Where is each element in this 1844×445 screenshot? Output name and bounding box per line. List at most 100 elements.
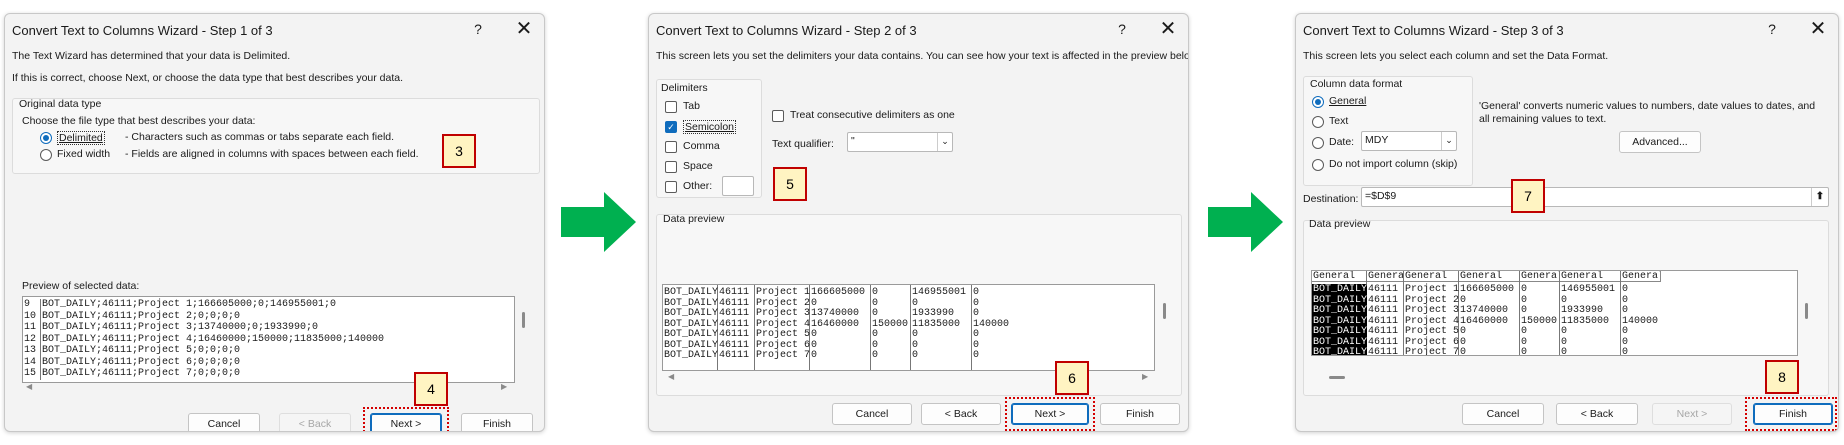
callout-badge-6: 6 xyxy=(1055,361,1089,395)
delimited-label[interactable]: Delimited xyxy=(57,131,105,145)
column-header[interactable]: Genera xyxy=(1367,271,1404,282)
row-text: BOT_DAILY;46111;Project 2;0;0;0;0 xyxy=(42,310,241,322)
back-button[interactable]: < Back xyxy=(1556,403,1638,425)
fixed-width-label[interactable]: Fixed width xyxy=(57,148,110,160)
callout-badge-8: 8 xyxy=(1765,360,1799,394)
close-icon[interactable]: ✕ xyxy=(1806,17,1830,41)
destination-value: =$D$9 xyxy=(1365,190,1397,202)
preview-cell: 0 xyxy=(1561,347,1568,356)
finish-button[interactable]: Finish xyxy=(461,413,533,431)
preview-pane[interactable]: 9 BOT_DAILY;46111;Project 1;166605000;0;1… xyxy=(22,296,515,383)
skip-column-radio[interactable] xyxy=(1312,159,1324,171)
collapse-dialog-icon[interactable]: ⬆ xyxy=(1811,188,1828,206)
column-header[interactable]: General xyxy=(1312,271,1367,282)
help-button[interactable]: ? xyxy=(1112,21,1132,37)
advanced-button[interactable]: Advanced... xyxy=(1619,131,1701,153)
back-button[interactable]: < Back xyxy=(921,403,1001,425)
close-icon[interactable]: ✕ xyxy=(1156,17,1180,41)
next-button[interactable]: Next > xyxy=(1652,403,1732,425)
scroll-left-arrow[interactable]: ◀ xyxy=(26,382,32,391)
preview-cell: 46111 xyxy=(719,350,750,361)
preview-row: 10 BOT_DAILY;46111;Project 2;0;0;0;0 xyxy=(23,310,241,322)
finish-button[interactable]: Finish xyxy=(1100,403,1180,425)
intro-text: This screen lets you select each column … xyxy=(1303,50,1609,62)
selected-column-cell: BOT_DAILY xyxy=(1312,305,1368,316)
horizontal-scrollbar-thumb[interactable] xyxy=(1329,376,1345,379)
date-radio[interactable] xyxy=(1312,137,1324,149)
scroll-right-arrow[interactable]: ▶ xyxy=(501,382,507,391)
general-description: 'General' converts numeric values to num… xyxy=(1479,100,1816,125)
row-number: 9 xyxy=(23,299,41,311)
preview-row: 12 BOT_DAILY;46111;Project 4;16460000;150… xyxy=(23,333,384,345)
text-qualifier-select[interactable]: " ⌄ xyxy=(847,132,953,152)
cancel-button[interactable]: Cancel xyxy=(832,403,912,425)
tab-label[interactable]: Tab xyxy=(683,100,700,112)
column-header[interactable]: General xyxy=(1560,271,1621,282)
help-button[interactable]: ? xyxy=(1762,21,1782,37)
destination-input[interactable]: =$D$9 ⬆ xyxy=(1361,187,1829,207)
text-radio[interactable] xyxy=(1312,116,1324,128)
text-label[interactable]: Text xyxy=(1329,115,1348,127)
space-label[interactable]: Space xyxy=(683,160,713,172)
wizard-step3-dialog: Convert Text to Columns Wizard - Step 3 … xyxy=(1295,13,1839,432)
right-arrow-icon xyxy=(1208,192,1283,252)
preview-cell: Project 7 xyxy=(756,350,811,361)
column-header[interactable]: General xyxy=(1520,271,1560,282)
row-number: 11 xyxy=(23,322,41,334)
column-header[interactable]: General xyxy=(1621,271,1661,282)
data-preview-label: Data preview xyxy=(1309,218,1371,230)
next-button-highlight xyxy=(1005,397,1095,431)
dialog-title: Convert Text to Columns Wizard - Step 2 … xyxy=(656,23,917,38)
preview-cell: 0 xyxy=(912,350,919,361)
intro-text: This screen lets you set the delimiters … xyxy=(656,50,1189,62)
date-label[interactable]: Date: xyxy=(1329,136,1354,148)
other-checkbox[interactable] xyxy=(665,181,677,193)
skip-column-label[interactable]: Do not import column (skip) xyxy=(1329,158,1457,170)
general-label[interactable]: General xyxy=(1329,95,1366,107)
help-button[interactable]: ? xyxy=(468,21,488,37)
selected-column-cell: BOT_DAILY xyxy=(1312,294,1368,306)
comma-label[interactable]: Comma xyxy=(683,140,720,152)
scroll-left-arrow[interactable]: ◀ xyxy=(668,372,674,381)
finish-button-highlight xyxy=(1745,397,1837,431)
row-number: 10 xyxy=(23,310,41,322)
general-radio[interactable] xyxy=(1312,96,1324,108)
delimited-radio[interactable] xyxy=(40,132,52,144)
dialog-title: Convert Text to Columns Wizard - Step 1 … xyxy=(12,23,273,38)
text-qualifier-value: " xyxy=(851,135,855,147)
vertical-scrollbar-thumb[interactable] xyxy=(522,312,525,328)
other-delimiter-input[interactable] xyxy=(722,176,754,196)
column-header[interactable]: General xyxy=(1404,271,1459,282)
title-bar: Convert Text to Columns Wizard - Step 3 … xyxy=(1296,14,1838,48)
tab-checkbox[interactable] xyxy=(665,101,677,113)
preview-cell: 0 xyxy=(1460,347,1467,356)
consecutive-label[interactable]: Treat consecutive delimiters as one xyxy=(790,109,955,121)
back-button[interactable]: < Back xyxy=(279,413,351,431)
semicolon-label[interactable]: Semicolon xyxy=(683,120,737,134)
cancel-button[interactable]: Cancel xyxy=(1462,403,1544,425)
data-preview-pane[interactable]: General Genera General General General Genera… xyxy=(1311,270,1798,356)
column-header[interactable]: General xyxy=(1459,271,1520,282)
data-preview-pane[interactable]: BOT_DAILY 46111 Project 1 166605000 0 1469550… xyxy=(662,284,1155,371)
scroll-right-arrow[interactable]: ▶ xyxy=(1142,372,1148,381)
fixed-width-radio[interactable] xyxy=(40,149,52,161)
vertical-scrollbar-thumb[interactable] xyxy=(1805,303,1808,319)
selected-column-cell: BOT_DAILY xyxy=(1312,336,1368,348)
preview-cell: BOT_DAILY xyxy=(664,350,719,361)
consecutive-checkbox[interactable] xyxy=(772,110,784,122)
group-label: Original data type xyxy=(19,98,102,110)
chevron-down-icon[interactable]: ⌄ xyxy=(1441,132,1456,150)
preview-cell: Project 7 xyxy=(1405,347,1460,356)
data-preview-label: Data preview xyxy=(663,213,725,225)
date-format-select[interactable]: MDY ⌄ xyxy=(1361,131,1457,151)
close-icon[interactable]: ✕ xyxy=(512,17,536,41)
title-bar: Convert Text to Columns Wizard - Step 1 … xyxy=(5,14,544,48)
other-label[interactable]: Other: xyxy=(683,180,712,192)
chevron-down-icon[interactable]: ⌄ xyxy=(937,133,952,151)
semicolon-checkbox[interactable]: ✓ xyxy=(665,121,677,133)
cancel-button[interactable]: Cancel xyxy=(188,413,260,431)
comma-checkbox[interactable] xyxy=(665,141,677,153)
fixed-width-desc: - Fields are aligned in columns with spa… xyxy=(125,148,419,160)
space-checkbox[interactable] xyxy=(665,161,677,173)
vertical-scrollbar-thumb[interactable] xyxy=(1163,303,1166,319)
